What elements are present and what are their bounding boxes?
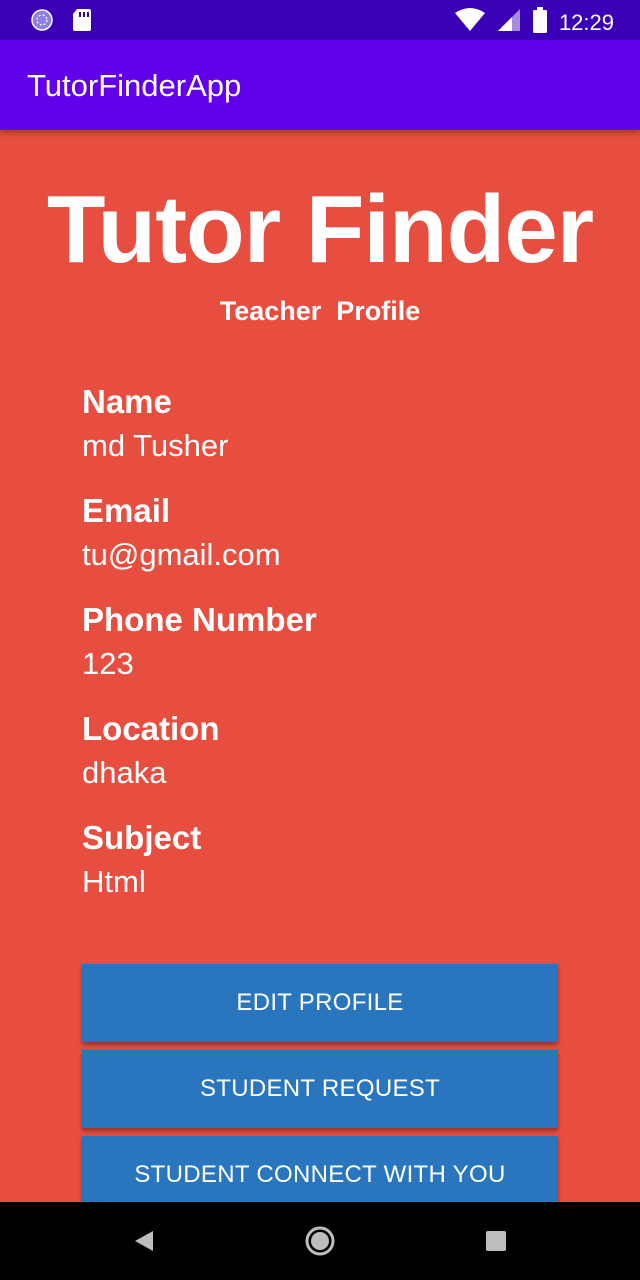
student-request-button[interactable]: STUDENT REQUEST xyxy=(82,1050,558,1128)
home-icon xyxy=(305,1226,335,1256)
battery-icon xyxy=(532,7,547,38)
name-field: Name md Tusher xyxy=(82,382,582,466)
name-value: md Tusher xyxy=(82,428,229,463)
app-title: TutorFinderApp xyxy=(27,68,242,103)
page-title: Tutor Finder xyxy=(46,176,594,283)
phone-label: Phone Number xyxy=(82,601,317,638)
home-button[interactable] xyxy=(280,1202,360,1280)
email-label: Email xyxy=(82,492,171,529)
student-connect-button[interactable]: STUDENT CONNECT WITH YOU xyxy=(82,1136,558,1202)
sync-icon xyxy=(30,8,54,37)
location-label: Location xyxy=(82,710,220,747)
page-subtitle: Teacher Profile xyxy=(219,296,421,326)
phone-value: 123 xyxy=(82,646,134,681)
location-value: dhaka xyxy=(82,755,167,790)
sd-card-icon xyxy=(72,8,92,37)
recents-icon xyxy=(486,1231,506,1251)
edit-profile-button[interactable]: EDIT PROFILE xyxy=(82,964,558,1042)
cell-signal-icon xyxy=(497,8,521,37)
phone-field: Phone Number 123 xyxy=(82,600,582,684)
navigation-bar xyxy=(0,1202,640,1280)
recents-button[interactable] xyxy=(456,1202,536,1280)
profile-screen[interactable]: Tutor Finder Teacher Profile Name md Tus… xyxy=(0,130,640,1202)
name-label: Name xyxy=(82,383,172,420)
subject-label: Subject xyxy=(82,819,202,856)
wifi-icon xyxy=(454,8,485,37)
status-time: 12:29 xyxy=(558,9,614,35)
subject-value: Html xyxy=(82,864,146,899)
location-field: Location dhaka xyxy=(82,709,582,793)
status-bar: 12:29 xyxy=(0,0,640,40)
email-value: tu@gmail.com xyxy=(82,537,281,572)
email-field: Email tu@gmail.com xyxy=(82,491,582,575)
back-button[interactable] xyxy=(104,1202,184,1280)
app-bar: TutorFinderApp xyxy=(0,40,640,130)
subject-field: Subject Html xyxy=(82,818,582,902)
back-icon xyxy=(135,1231,153,1251)
